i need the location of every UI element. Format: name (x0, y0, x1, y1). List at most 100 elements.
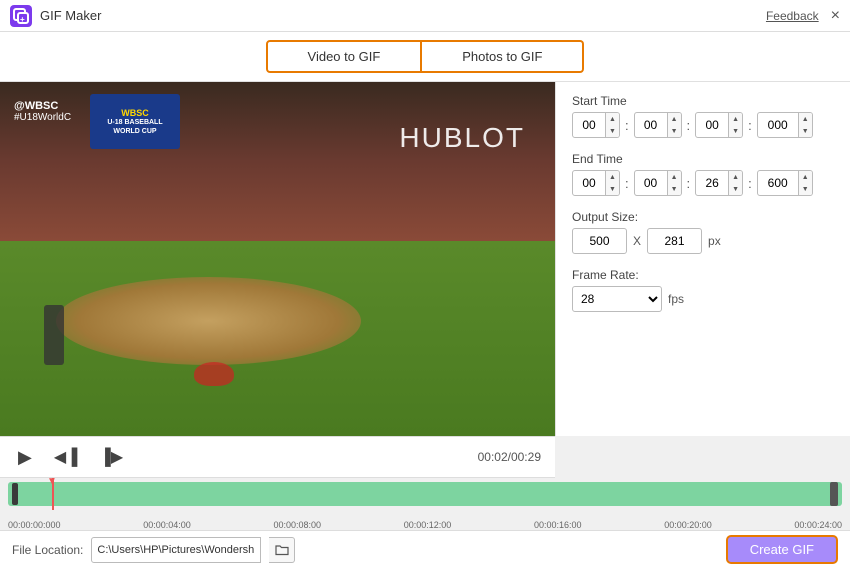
end-h-up[interactable]: ▲ (606, 171, 619, 183)
tab-photos-to-gif[interactable]: Photos to GIF (422, 40, 584, 73)
start-ms-arrows: ▲ ▼ (799, 112, 813, 138)
ts-4: 00:00:16:00 (534, 520, 582, 530)
app-title-label: GIF Maker (40, 8, 101, 23)
end-ms-group: ▲ ▼ (757, 170, 813, 196)
end-time-label: End Time (572, 152, 834, 166)
start-s-group: ▲ ▼ (695, 112, 743, 138)
start-ms-input[interactable] (757, 112, 799, 138)
output-size-section: Output Size: X px (572, 210, 834, 254)
end-ms-up[interactable]: ▲ (799, 171, 812, 183)
title-bar-right: Feedback × (766, 8, 840, 24)
start-ms-down[interactable]: ▼ (799, 125, 812, 137)
size-row: X px (572, 228, 834, 254)
right-panel: Start Time ▲ ▼ : ▲ ▼ (555, 82, 850, 436)
video-panel: @WBSC #U18WorldC WBSC U-18 BASEBALL WORL… (0, 82, 555, 436)
timeline-timestamps: 00:00:00:000 00:00:04:00 00:00:08:00 00:… (8, 520, 842, 530)
start-ms-up[interactable]: ▲ (799, 113, 812, 125)
start-m-input[interactable] (634, 112, 668, 138)
end-s-input[interactable] (695, 170, 729, 196)
end-m-group: ▲ ▼ (634, 170, 682, 196)
ts-1: 00:00:04:00 (143, 520, 191, 530)
end-h-input[interactable] (572, 170, 606, 196)
timeline-track[interactable] (8, 482, 842, 506)
hublot-text: HUBLOT (399, 122, 525, 154)
end-s-up[interactable]: ▲ (729, 171, 742, 183)
tabs-container: Video to GIF Photos to GIF (0, 32, 850, 82)
ts-6: 00:00:24:00 (794, 520, 842, 530)
colon4: : (624, 176, 630, 191)
play-button[interactable]: ▶ (14, 445, 36, 470)
end-s-group: ▲ ▼ (695, 170, 743, 196)
svg-text:+: + (20, 15, 25, 24)
close-button[interactable]: × (831, 8, 840, 24)
start-s-input[interactable] (695, 112, 729, 138)
start-h-down[interactable]: ▼ (606, 125, 619, 137)
start-m-down[interactable]: ▼ (668, 125, 681, 137)
title-bar-left: + GIF Maker (10, 5, 101, 27)
start-m-group: ▲ ▼ (634, 112, 682, 138)
output-width-input[interactable] (572, 228, 627, 254)
feedback-link[interactable]: Feedback (766, 9, 819, 23)
frame-rate-section: Frame Rate: 28 24 30 60 fps (572, 268, 834, 312)
end-time-section: End Time ▲ ▼ : ▲ ▼ : (572, 152, 834, 196)
end-time-inputs: ▲ ▼ : ▲ ▼ : ▲ ▼ (572, 170, 834, 196)
next-button[interactable]: ▐▶ (95, 445, 127, 469)
end-h-down[interactable]: ▼ (606, 183, 619, 195)
app-logo: + (10, 5, 32, 27)
end-h-group: ▲ ▼ (572, 170, 620, 196)
output-size-label: Output Size: (572, 210, 834, 224)
frame-rate-label: Frame Rate: (572, 268, 834, 282)
fps-select[interactable]: 28 24 30 60 (572, 286, 662, 312)
start-s-arrows: ▲ ▼ (729, 112, 743, 138)
colon1: : (624, 118, 630, 133)
timeline-needle (52, 478, 54, 510)
colon6: : (747, 176, 753, 191)
wbsc-logo: WBSC U-18 BASEBALL WORLD CUP (90, 94, 180, 149)
x-label: X (633, 234, 641, 248)
start-time-label: Start Time (572, 94, 834, 108)
end-ms-arrows: ▲ ▼ (799, 170, 813, 196)
wbsc-line1: U-18 BASEBALL (107, 118, 162, 127)
end-s-down[interactable]: ▼ (729, 183, 742, 195)
px-label: px (708, 234, 721, 248)
output-height-input[interactable] (647, 228, 702, 254)
end-m-up[interactable]: ▲ (668, 171, 681, 183)
start-m-up[interactable]: ▲ (668, 113, 681, 125)
start-m-arrows: ▲ ▼ (668, 112, 682, 138)
start-h-group: ▲ ▼ (572, 112, 620, 138)
end-h-arrows: ▲ ▼ (606, 170, 620, 196)
end-ms-input[interactable] (757, 170, 799, 196)
timeline-area[interactable]: 00:00:00:000 00:00:04:00 00:00:08:00 00:… (0, 478, 850, 530)
tab-video-to-gif[interactable]: Video to GIF (266, 40, 423, 73)
timeline-handle-left[interactable] (12, 483, 18, 505)
end-m-down[interactable]: ▼ (668, 183, 681, 195)
main-content: @WBSC #U18WorldC WBSC U-18 BASEBALL WORL… (0, 82, 850, 436)
controls-bar: ▶ ◀▐ ▐▶ 00:02/00:29 (0, 436, 555, 478)
end-ms-down[interactable]: ▼ (799, 183, 812, 195)
fps-label: fps (668, 292, 684, 306)
bottom-bar: File Location: Create GIF (0, 530, 850, 568)
ts-2: 00:00:08:00 (273, 520, 321, 530)
start-h-input[interactable] (572, 112, 606, 138)
prev-button[interactable]: ◀▐ (50, 445, 82, 469)
start-time-inputs: ▲ ▼ : ▲ ▼ : ▲ (572, 112, 834, 138)
ts-3: 00:00:12:00 (404, 520, 452, 530)
timeline-handle-right[interactable] (830, 482, 838, 506)
start-s-down[interactable]: ▼ (729, 125, 742, 137)
colon3: : (747, 118, 753, 133)
title-bar: + GIF Maker Feedback × (0, 0, 850, 32)
start-h-arrows: ▲ ▼ (606, 112, 620, 138)
wbsc-overlay-text2: #U18WorldC (14, 112, 71, 123)
end-m-arrows: ▲ ▼ (668, 170, 682, 196)
time-display: 00:02/00:29 (478, 450, 541, 464)
wbsc-overlay-text1: @WBSC (14, 100, 58, 112)
ts-0: 00:00:00:000 (8, 520, 61, 530)
end-m-input[interactable] (634, 170, 668, 196)
video-preview: @WBSC #U18WorldC WBSC U-18 BASEBALL WORL… (0, 82, 555, 436)
colon5: : (686, 176, 692, 191)
wbsc-line2: WORLD CUP (113, 128, 156, 135)
start-h-up[interactable]: ▲ (606, 113, 619, 125)
start-s-up[interactable]: ▲ (729, 113, 742, 125)
fps-row: 28 24 30 60 fps (572, 286, 834, 312)
start-time-section: Start Time ▲ ▼ : ▲ ▼ (572, 94, 834, 138)
